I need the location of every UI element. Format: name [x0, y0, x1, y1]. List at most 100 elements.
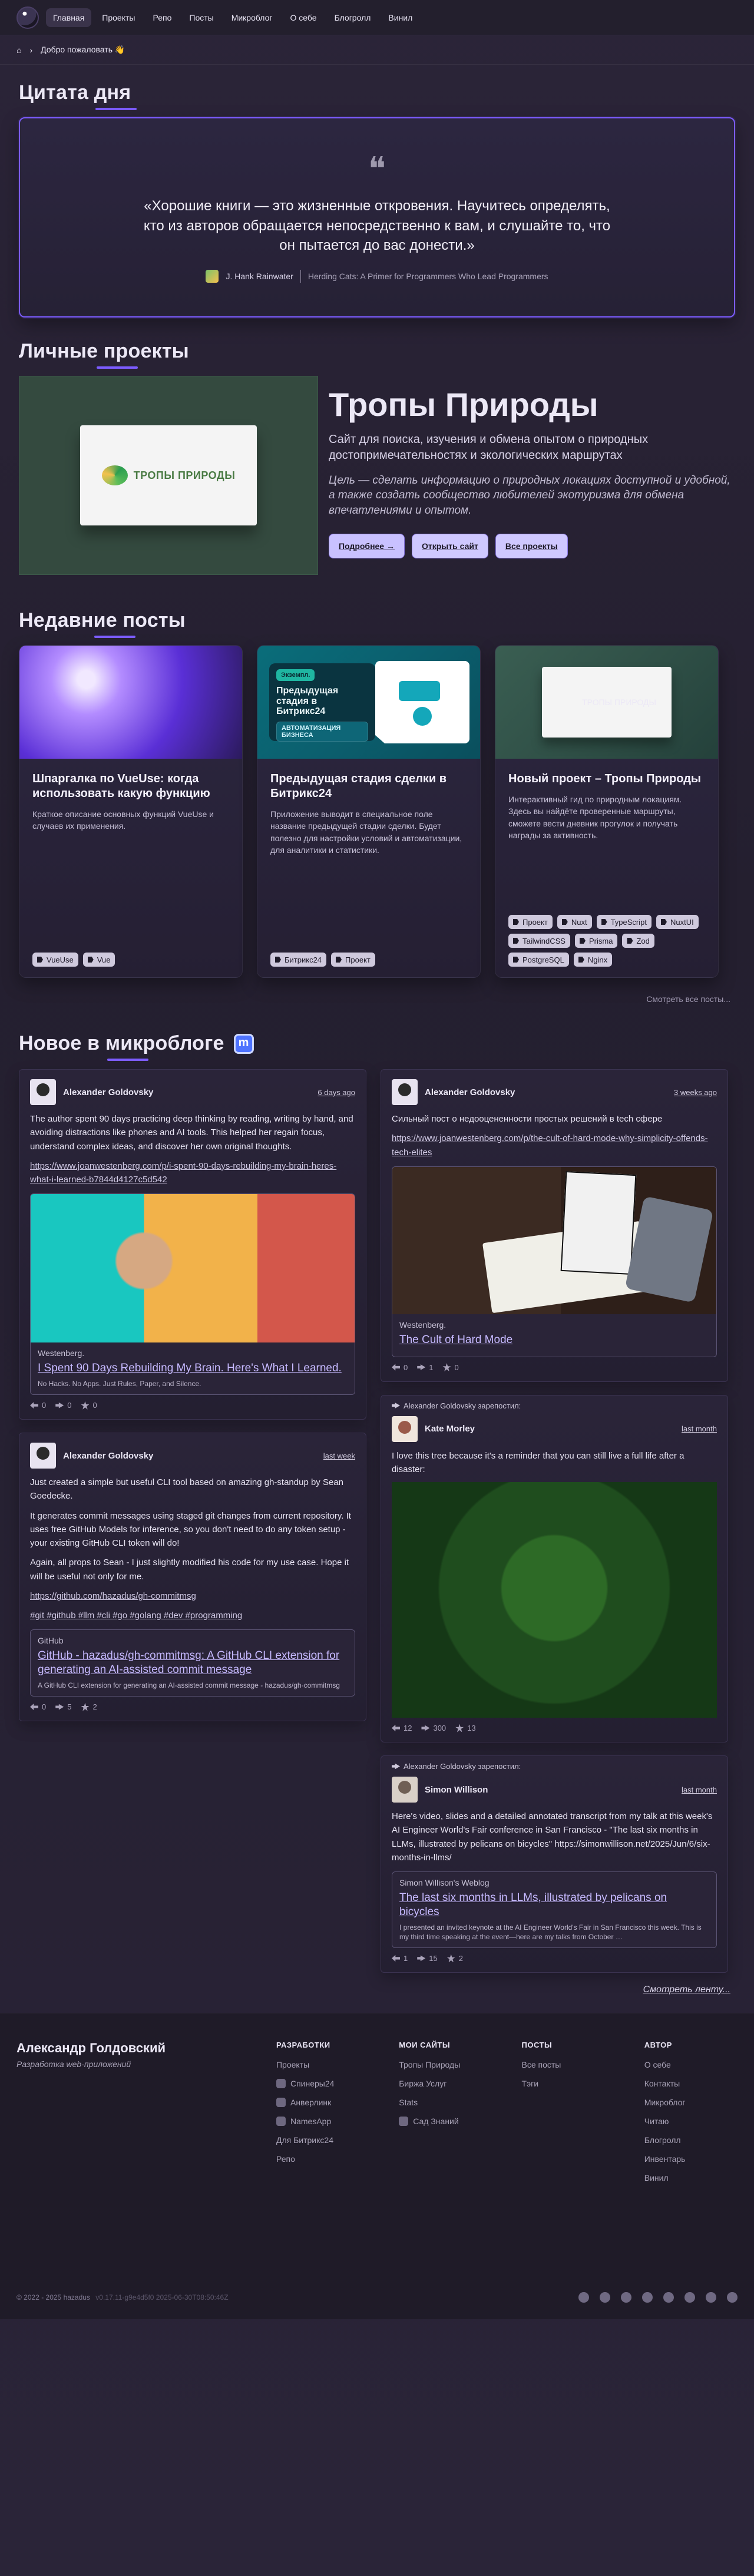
post-time-link[interactable]: last month [682, 1424, 717, 1433]
tag-project[interactable]: Проект [508, 915, 553, 929]
favourite-action[interactable]: 13 [455, 1724, 476, 1732]
preview-title[interactable]: GitHub - hazadus/gh-commitmsg: A GitHub … [38, 1649, 348, 1677]
link-preview[interactable]: GitHub GitHub - hazadus/gh-commitmsg: A … [30, 1629, 355, 1697]
tag-nuxt[interactable]: Nuxt [557, 915, 592, 929]
view-feed-link[interactable]: Смотреть ленту... [24, 1985, 730, 1995]
footer-link[interactable]: Контакты [644, 2079, 738, 2088]
avatar[interactable] [392, 1079, 418, 1105]
avatar[interactable] [392, 1416, 418, 1442]
favourite-action[interactable]: 0 [81, 1401, 97, 1410]
tag-nginx[interactable]: Nginx [573, 953, 613, 967]
reply-action[interactable]: 0 [30, 1401, 46, 1410]
project-open-site-button[interactable]: Открыть сайт [412, 533, 488, 558]
footer-link[interactable]: Читаю [644, 2117, 738, 2126]
link-preview[interactable]: Westenberg. The Cult of Hard Mode [392, 1166, 717, 1357]
footer-link[interactable]: Все посты [521, 2060, 614, 2069]
tree-photo[interactable] [392, 1482, 717, 1718]
mastodon-icon[interactable] [233, 1033, 254, 1054]
footer-link[interactable]: Репо [276, 2154, 369, 2164]
tag-vue[interactable]: Vue [82, 953, 115, 967]
nav-home[interactable]: Главная [46, 8, 92, 27]
post-card-vueuse[interactable]: Шпаргалка по VueUse: когда использовать … [19, 645, 243, 978]
post-hashtags[interactable]: #git #github #llm #cli #go #golang #dev … [30, 1611, 242, 1621]
footer-link[interactable]: Инвентарь [644, 2154, 738, 2164]
author-name[interactable]: Alexander Goldovsky [425, 1087, 515, 1097]
boost-action[interactable]: 5 [55, 1702, 71, 1711]
project-image[interactable]: ТРОПЫ ПРИРОДЫ [19, 376, 318, 575]
reply-action[interactable]: 0 [392, 1363, 408, 1372]
favourite-action[interactable]: 0 [442, 1363, 459, 1372]
favourite-action[interactable]: 2 [81, 1702, 97, 1711]
footer-link[interactable]: Анверлинк [276, 2097, 369, 2107]
footer-link[interactable]: Микроблог [644, 2098, 738, 2107]
link-preview[interactable]: Simon Willison's Weblog The last six mon… [392, 1871, 717, 1948]
post-title[interactable]: Предыдущая стадия сделки в Битрикс24 [270, 772, 467, 801]
home-icon[interactable]: ⌂ [16, 45, 21, 55]
post-card-bitrix[interactable]: Экземпл. Предыдущая стадия в Битрикс24 А… [257, 645, 481, 978]
footer-link[interactable]: Спинеры24 [276, 2078, 369, 2088]
steam-icon[interactable] [727, 2291, 738, 2303]
tag-postgresql[interactable]: PostgreSQL [508, 953, 569, 967]
footer-link[interactable]: Сад Знаний [399, 2116, 492, 2126]
all-projects-button[interactable]: Все проекты [495, 533, 568, 558]
tag-typescript[interactable]: TypeScript [596, 915, 652, 929]
boost-action[interactable]: 1 [417, 1363, 433, 1372]
footer-link[interactable]: Винил [644, 2173, 738, 2183]
view-all-posts-link[interactable]: Смотреть все посты... [24, 994, 730, 1004]
mastodon-icon[interactable] [642, 2291, 653, 2303]
reblog-label[interactable]: Alexander Goldovsky зарепостил: [404, 1762, 521, 1771]
post-card-trops[interactable]: ТРОПЫ ПРИРОДЫ Новый проект – Тропы Приро… [495, 645, 719, 978]
post-link[interactable]: https://www.joanwestenberg.com/p/the-cul… [392, 1133, 708, 1157]
post-title[interactable]: Новый проект – Тропы Природы [508, 772, 705, 786]
avatar[interactable] [30, 1443, 56, 1469]
author-name[interactable]: Alexander Goldovsky [63, 1087, 153, 1097]
nav-microblog[interactable]: Микроблог [224, 8, 280, 27]
preview-title[interactable]: The last six months in LLMs, illustrated… [399, 1891, 709, 1919]
tag-project[interactable]: Проект [331, 953, 375, 967]
reply-action[interactable]: 0 [30, 1702, 46, 1711]
post-title[interactable]: Шпаргалка по VueUse: когда использовать … [32, 772, 229, 801]
post-time-link[interactable]: 6 days ago [318, 1088, 355, 1097]
post-time-link[interactable]: last month [682, 1785, 717, 1794]
tag-tailwindcss[interactable]: TailwindCSS [508, 934, 570, 948]
bluesky-icon[interactable] [663, 2291, 674, 2303]
boost-action[interactable]: 300 [421, 1724, 446, 1732]
telegram-icon[interactable] [578, 2291, 589, 2303]
footer-link[interactable]: Stats [399, 2098, 492, 2107]
footer-link[interactable]: Для Битрикс24 [276, 2135, 369, 2145]
preview-title[interactable]: The Cult of Hard Mode [399, 1333, 709, 1347]
footer-link[interactable]: Тропы Природы [399, 2060, 492, 2069]
preview-title[interactable]: I Spent 90 Days Rebuilding My Brain. Her… [38, 1361, 348, 1375]
boost-action[interactable]: 0 [55, 1401, 71, 1410]
footer-link[interactable]: Тэги [521, 2079, 614, 2088]
post-time-link[interactable]: 3 weeks ago [674, 1088, 717, 1097]
post-link[interactable]: https://github.com/hazadus/gh-commitmsg [30, 1591, 196, 1601]
nav-posts[interactable]: Посты [182, 8, 220, 27]
footer-link[interactable]: NamesApp [276, 2116, 369, 2126]
nav-blogroll[interactable]: Блогролл [328, 8, 378, 27]
site-logo[interactable] [16, 6, 39, 29]
tag-zod[interactable]: Zod [622, 934, 654, 948]
tag-vueuse[interactable]: VueUse [32, 953, 78, 967]
reblog-label[interactable]: Alexander Goldovsky зарепостил: [404, 1401, 521, 1410]
lastfm-icon[interactable] [684, 2291, 695, 2303]
project-more-button[interactable]: Подробнее → [329, 533, 405, 558]
rss-icon[interactable] [706, 2291, 716, 2303]
reply-action[interactable]: 1 [392, 1954, 408, 1963]
nav-about[interactable]: О себе [283, 8, 324, 27]
tag-bitrix24[interactable]: Битрикс24 [270, 953, 327, 967]
author-name[interactable]: Alexander Goldovsky [63, 1451, 153, 1461]
post-time-link[interactable]: last week [323, 1451, 355, 1460]
footer-link[interactable]: Биржа Услуг [399, 2079, 492, 2088]
footer-link[interactable]: О себе [644, 2060, 738, 2069]
boost-action[interactable]: 15 [417, 1954, 438, 1963]
author-name[interactable]: Simon Willison [425, 1785, 488, 1795]
post-link[interactable]: https://www.joanwestenberg.com/p/i-spent… [30, 1161, 336, 1185]
nav-repo[interactable]: Репо [145, 8, 178, 27]
tag-nuxtui[interactable]: NuxtUI [656, 915, 699, 929]
author-name[interactable]: Kate Morley [425, 1424, 475, 1434]
nav-vinyl[interactable]: Винил [381, 8, 419, 27]
mail-icon[interactable] [600, 2291, 610, 2303]
reply-action[interactable]: 12 [392, 1724, 412, 1732]
footer-link[interactable]: Проекты [276, 2060, 369, 2069]
